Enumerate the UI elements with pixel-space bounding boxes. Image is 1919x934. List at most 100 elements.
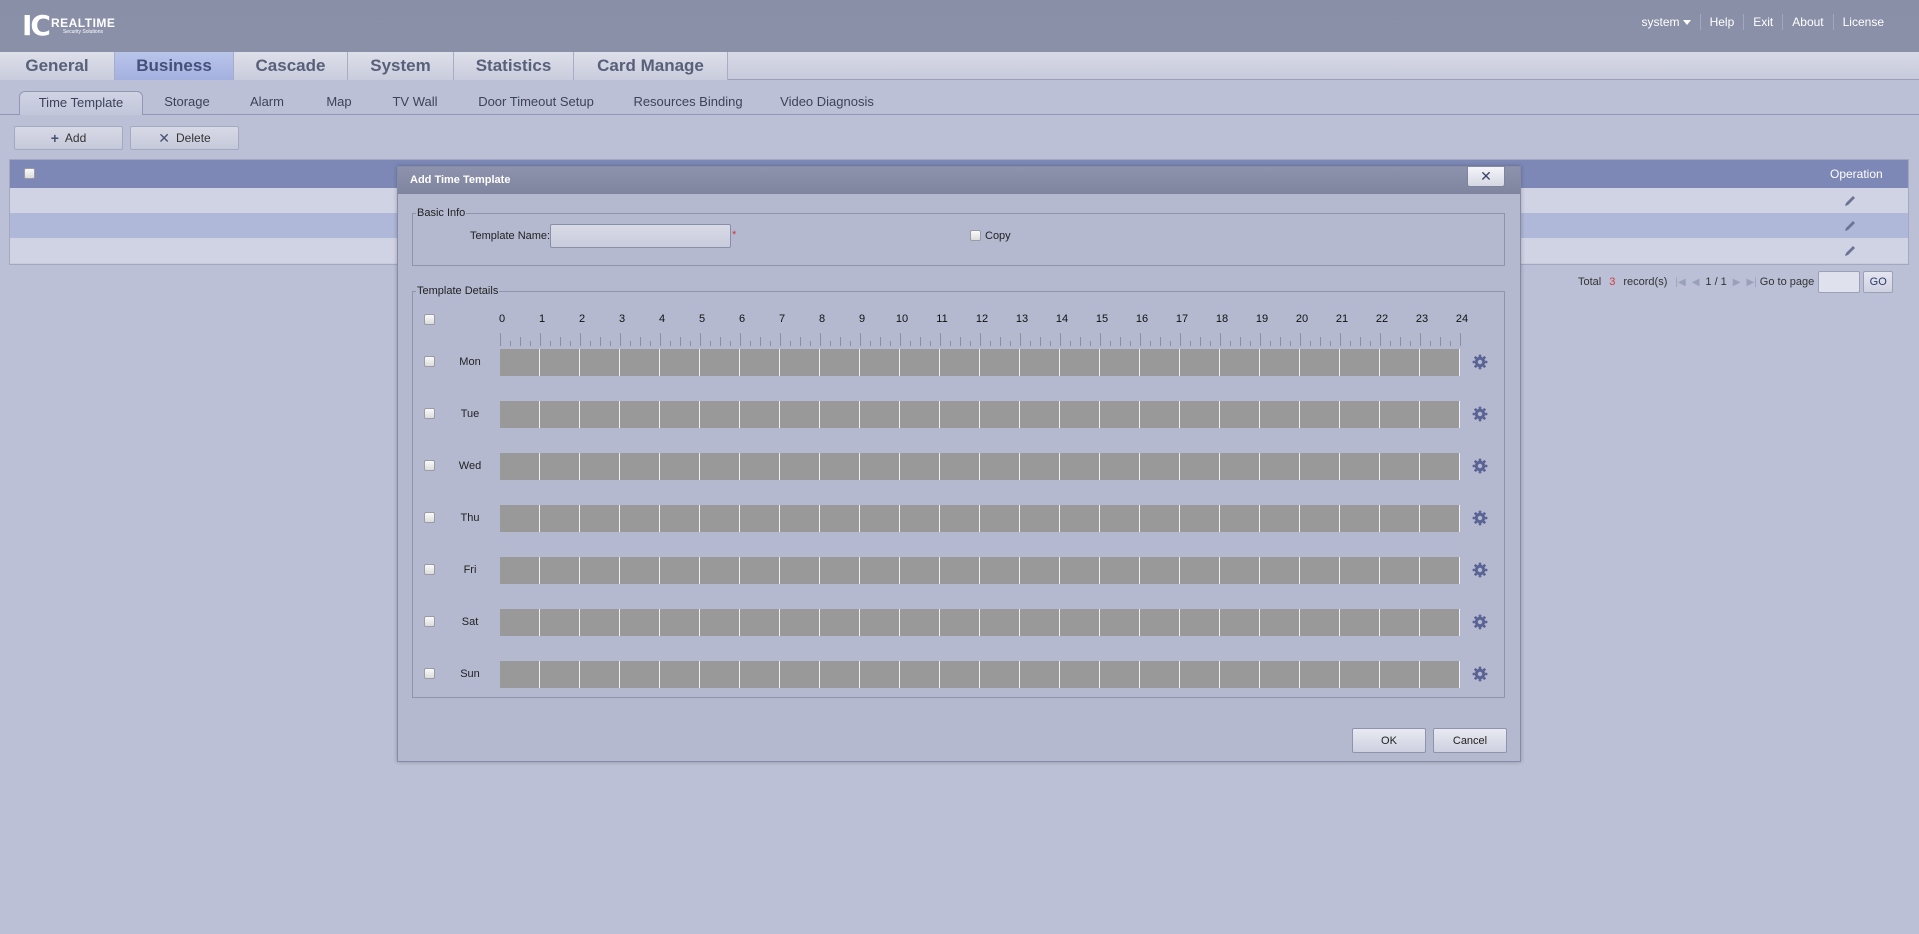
schedule-bar-sat[interactable] (500, 609, 1460, 636)
day-checkbox-wed[interactable] (424, 460, 435, 471)
day-checkbox-tue[interactable] (424, 408, 435, 419)
ruler-tick (680, 337, 681, 346)
hour-separator (1059, 609, 1060, 636)
ruler-tick (980, 333, 981, 346)
close-icon[interactable]: ✕ (1467, 167, 1505, 187)
ruler-tick (710, 341, 711, 346)
subtab-map[interactable]: Map (319, 91, 359, 115)
ruler-tick (1350, 341, 1351, 346)
subtab-door-timeout-setup[interactable]: Door Timeout Setup (472, 91, 600, 115)
subtab-time-template[interactable]: Time Template (19, 91, 143, 115)
day-checkbox-mon[interactable] (424, 356, 435, 367)
help-link[interactable]: Help (1699, 14, 1744, 30)
goto-page-input[interactable] (1818, 271, 1861, 293)
hour-separator (859, 349, 860, 376)
gear-icon[interactable] (1472, 354, 1488, 370)
plus-icon: + (50, 130, 59, 146)
edit-icon[interactable] (1843, 219, 1857, 233)
user-menu[interactable]: system (1633, 14, 1700, 30)
copy-checkbox[interactable] (970, 230, 981, 241)
schedule-bar-thu[interactable] (500, 505, 1460, 532)
ruler-tick (1010, 341, 1011, 346)
gear-icon[interactable] (1472, 406, 1488, 422)
gear-icon[interactable] (1472, 458, 1488, 474)
operation-column-header: Operation (1830, 167, 1883, 181)
prev-page-icon[interactable]: ◀ (1692, 277, 1700, 288)
exit-link[interactable]: Exit (1743, 14, 1782, 30)
tab-cascade[interactable]: Cascade (234, 52, 348, 80)
tab-business[interactable]: Business (115, 52, 234, 80)
schedule-bar-sun[interactable] (500, 661, 1460, 688)
hour-label: 15 (1095, 313, 1109, 325)
day-checkbox-thu[interactable] (424, 512, 435, 523)
ruler-tick (1310, 341, 1311, 346)
ruler-tick (510, 341, 511, 346)
ruler-tick (690, 341, 691, 346)
subtab-alarm[interactable]: Alarm (243, 91, 291, 115)
hour-separator (819, 505, 820, 532)
ok-button[interactable]: OK (1352, 728, 1426, 753)
ruler-tick (570, 341, 571, 346)
gear-icon[interactable] (1472, 510, 1488, 526)
hour-separator (1019, 557, 1020, 584)
hour-label: 4 (658, 313, 666, 325)
tab-card-manage[interactable]: Card Manage (574, 52, 728, 80)
edit-icon[interactable] (1843, 194, 1857, 208)
hour-separator (979, 453, 980, 480)
schedule-bar-tue[interactable] (500, 401, 1460, 428)
hour-separator (1219, 609, 1220, 636)
tab-system[interactable]: System (348, 52, 454, 80)
ruler-tick (990, 341, 991, 346)
add-button[interactable]: + Add (14, 126, 123, 150)
hour-label: 14 (1055, 313, 1069, 325)
main-tab-bar: General Business Cascade System Statisti… (0, 52, 1919, 80)
hour-separator (1259, 453, 1260, 480)
first-page-icon[interactable]: |◀ (1675, 277, 1685, 288)
ruler-tick (1250, 341, 1251, 346)
gear-icon[interactable] (1472, 562, 1488, 578)
gear-icon[interactable] (1472, 666, 1488, 682)
hour-separator (899, 401, 900, 428)
ruler-tick (560, 337, 561, 346)
subtab-video-diagnosis[interactable]: Video Diagnosis (776, 91, 878, 115)
license-link[interactable]: License (1832, 14, 1893, 30)
schedule-bar-wed[interactable] (500, 453, 1460, 480)
hour-separator (779, 349, 780, 376)
hour-label: 1 (538, 313, 546, 325)
edit-icon[interactable] (1843, 244, 1857, 258)
hour-label: 0 (498, 313, 506, 325)
last-page-icon[interactable]: ▶| (1747, 277, 1757, 288)
ruler-tick (950, 341, 951, 346)
subtab-resources-binding[interactable]: Resources Binding (628, 91, 748, 115)
delete-button[interactable]: ✕ Delete (130, 126, 239, 150)
hour-separator (819, 609, 820, 636)
hour-separator (1099, 453, 1100, 480)
subtab-tv-wall[interactable]: TV Wall (386, 91, 444, 115)
tab-general[interactable]: General (0, 52, 115, 80)
sub-tab-bar: Time Template Storage Alarm Map TV Wall … (0, 81, 1919, 115)
hour-separator (1059, 505, 1060, 532)
required-mark: * (732, 229, 737, 241)
template-details-group: Template Details (412, 285, 1505, 698)
ruler-tick (1420, 333, 1421, 346)
template-name-input[interactable] (550, 224, 731, 248)
day-checkbox-sun[interactable] (424, 668, 435, 679)
select-all-days-checkbox[interactable] (424, 314, 435, 325)
next-page-icon[interactable]: ▶ (1733, 277, 1741, 288)
hour-separator (899, 349, 900, 376)
tab-statistics[interactable]: Statistics (454, 52, 574, 80)
gear-icon[interactable] (1472, 614, 1488, 630)
about-link[interactable]: About (1782, 14, 1832, 30)
hour-separator (739, 401, 740, 428)
schedule-bar-fri[interactable] (500, 557, 1460, 584)
cancel-button[interactable]: Cancel (1433, 728, 1507, 753)
ruler-tick (910, 341, 911, 346)
day-checkbox-sat[interactable] (424, 616, 435, 627)
go-button[interactable]: GO (1863, 271, 1894, 293)
hour-separator (699, 401, 700, 428)
subtab-storage[interactable]: Storage (157, 91, 217, 115)
select-all-checkbox[interactable] (24, 168, 35, 179)
hour-label: 16 (1135, 313, 1149, 325)
schedule-bar-mon[interactable] (500, 349, 1460, 376)
day-checkbox-fri[interactable] (424, 564, 435, 575)
